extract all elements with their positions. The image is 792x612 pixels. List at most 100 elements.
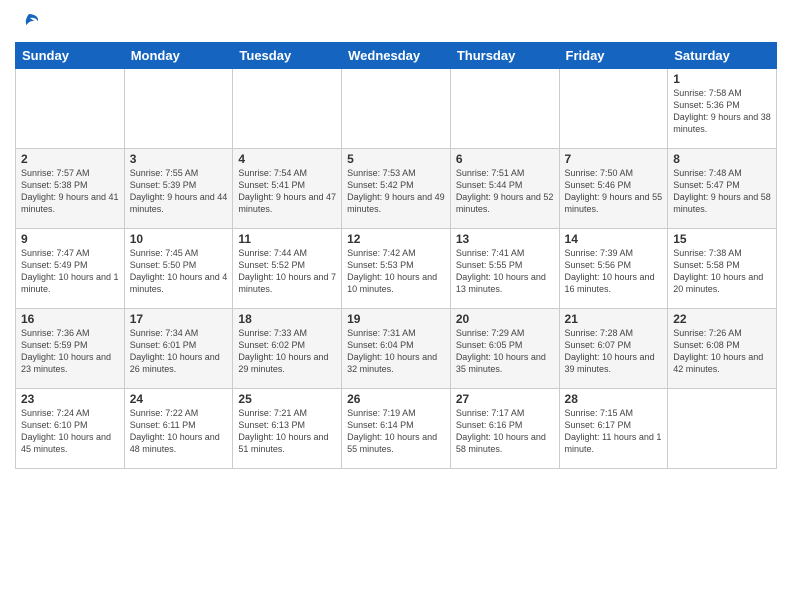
day-number: 15: [673, 232, 771, 246]
day-info: Sunrise: 7:15 AM Sunset: 6:17 PM Dayligh…: [565, 407, 663, 456]
day-info: Sunrise: 7:22 AM Sunset: 6:11 PM Dayligh…: [130, 407, 228, 456]
calendar-cell: [342, 69, 451, 149]
day-info: Sunrise: 7:42 AM Sunset: 5:53 PM Dayligh…: [347, 247, 445, 296]
week-row-0: 1Sunrise: 7:58 AM Sunset: 5:36 PM Daylig…: [16, 69, 777, 149]
calendar-cell: [16, 69, 125, 149]
day-info: Sunrise: 7:34 AM Sunset: 6:01 PM Dayligh…: [130, 327, 228, 376]
calendar-cell: 23Sunrise: 7:24 AM Sunset: 6:10 PM Dayli…: [16, 389, 125, 469]
day-info: Sunrise: 7:36 AM Sunset: 5:59 PM Dayligh…: [21, 327, 119, 376]
calendar-cell: 12Sunrise: 7:42 AM Sunset: 5:53 PM Dayli…: [342, 229, 451, 309]
day-info: Sunrise: 7:55 AM Sunset: 5:39 PM Dayligh…: [130, 167, 228, 216]
week-row-3: 16Sunrise: 7:36 AM Sunset: 5:59 PM Dayli…: [16, 309, 777, 389]
weekday-header-friday: Friday: [559, 43, 668, 69]
day-info: Sunrise: 7:45 AM Sunset: 5:50 PM Dayligh…: [130, 247, 228, 296]
calendar-cell: 20Sunrise: 7:29 AM Sunset: 6:05 PM Dayli…: [450, 309, 559, 389]
day-number: 3: [130, 152, 228, 166]
day-number: 8: [673, 152, 771, 166]
day-info: Sunrise: 7:19 AM Sunset: 6:14 PM Dayligh…: [347, 407, 445, 456]
calendar-cell: 9Sunrise: 7:47 AM Sunset: 5:49 PM Daylig…: [16, 229, 125, 309]
day-number: 28: [565, 392, 663, 406]
day-number: 7: [565, 152, 663, 166]
day-number: 22: [673, 312, 771, 326]
day-info: Sunrise: 7:47 AM Sunset: 5:49 PM Dayligh…: [21, 247, 119, 296]
day-info: Sunrise: 7:26 AM Sunset: 6:08 PM Dayligh…: [673, 327, 771, 376]
calendar-table: SundayMondayTuesdayWednesdayThursdayFrid…: [15, 42, 777, 469]
calendar-cell: 6Sunrise: 7:51 AM Sunset: 5:44 PM Daylig…: [450, 149, 559, 229]
calendar-cell: 21Sunrise: 7:28 AM Sunset: 6:07 PM Dayli…: [559, 309, 668, 389]
day-info: Sunrise: 7:17 AM Sunset: 6:16 PM Dayligh…: [456, 407, 554, 456]
calendar-cell: [668, 389, 777, 469]
calendar-cell: 17Sunrise: 7:34 AM Sunset: 6:01 PM Dayli…: [124, 309, 233, 389]
day-number: 26: [347, 392, 445, 406]
calendar-cell: 28Sunrise: 7:15 AM Sunset: 6:17 PM Dayli…: [559, 389, 668, 469]
day-number: 13: [456, 232, 554, 246]
page: SundayMondayTuesdayWednesdayThursdayFrid…: [0, 0, 792, 612]
day-info: Sunrise: 7:33 AM Sunset: 6:02 PM Dayligh…: [238, 327, 336, 376]
calendar-cell: [559, 69, 668, 149]
calendar-cell: 27Sunrise: 7:17 AM Sunset: 6:16 PM Dayli…: [450, 389, 559, 469]
weekday-header-monday: Monday: [124, 43, 233, 69]
day-number: 4: [238, 152, 336, 166]
weekday-header-sunday: Sunday: [16, 43, 125, 69]
day-info: Sunrise: 7:31 AM Sunset: 6:04 PM Dayligh…: [347, 327, 445, 376]
calendar-cell: 5Sunrise: 7:53 AM Sunset: 5:42 PM Daylig…: [342, 149, 451, 229]
day-number: 25: [238, 392, 336, 406]
day-info: Sunrise: 7:57 AM Sunset: 5:38 PM Dayligh…: [21, 167, 119, 216]
day-info: Sunrise: 7:29 AM Sunset: 6:05 PM Dayligh…: [456, 327, 554, 376]
calendar-cell: 8Sunrise: 7:48 AM Sunset: 5:47 PM Daylig…: [668, 149, 777, 229]
calendar-cell: 2Sunrise: 7:57 AM Sunset: 5:38 PM Daylig…: [16, 149, 125, 229]
day-number: 11: [238, 232, 336, 246]
header: [15, 10, 777, 34]
day-number: 19: [347, 312, 445, 326]
calendar-cell: 3Sunrise: 7:55 AM Sunset: 5:39 PM Daylig…: [124, 149, 233, 229]
day-number: 10: [130, 232, 228, 246]
day-number: 6: [456, 152, 554, 166]
calendar-cell: 16Sunrise: 7:36 AM Sunset: 5:59 PM Dayli…: [16, 309, 125, 389]
weekday-header-tuesday: Tuesday: [233, 43, 342, 69]
calendar-cell: 11Sunrise: 7:44 AM Sunset: 5:52 PM Dayli…: [233, 229, 342, 309]
calendar-cell: 25Sunrise: 7:21 AM Sunset: 6:13 PM Dayli…: [233, 389, 342, 469]
day-info: Sunrise: 7:28 AM Sunset: 6:07 PM Dayligh…: [565, 327, 663, 376]
calendar-cell: 14Sunrise: 7:39 AM Sunset: 5:56 PM Dayli…: [559, 229, 668, 309]
calendar-cell: 19Sunrise: 7:31 AM Sunset: 6:04 PM Dayli…: [342, 309, 451, 389]
calendar-cell: 7Sunrise: 7:50 AM Sunset: 5:46 PM Daylig…: [559, 149, 668, 229]
day-number: 14: [565, 232, 663, 246]
weekday-header-thursday: Thursday: [450, 43, 559, 69]
weekday-header-row: SundayMondayTuesdayWednesdayThursdayFrid…: [16, 43, 777, 69]
calendar-cell: 1Sunrise: 7:58 AM Sunset: 5:36 PM Daylig…: [668, 69, 777, 149]
calendar-cell: [450, 69, 559, 149]
day-number: 18: [238, 312, 336, 326]
calendar-cell: 4Sunrise: 7:54 AM Sunset: 5:41 PM Daylig…: [233, 149, 342, 229]
day-info: Sunrise: 7:21 AM Sunset: 6:13 PM Dayligh…: [238, 407, 336, 456]
day-info: Sunrise: 7:48 AM Sunset: 5:47 PM Dayligh…: [673, 167, 771, 216]
calendar-cell: 24Sunrise: 7:22 AM Sunset: 6:11 PM Dayli…: [124, 389, 233, 469]
day-info: Sunrise: 7:50 AM Sunset: 5:46 PM Dayligh…: [565, 167, 663, 216]
day-number: 20: [456, 312, 554, 326]
calendar-cell: 13Sunrise: 7:41 AM Sunset: 5:55 PM Dayli…: [450, 229, 559, 309]
logo: [15, 10, 41, 34]
day-number: 17: [130, 312, 228, 326]
day-number: 9: [21, 232, 119, 246]
day-info: Sunrise: 7:54 AM Sunset: 5:41 PM Dayligh…: [238, 167, 336, 216]
week-row-1: 2Sunrise: 7:57 AM Sunset: 5:38 PM Daylig…: [16, 149, 777, 229]
calendar-cell: 22Sunrise: 7:26 AM Sunset: 6:08 PM Dayli…: [668, 309, 777, 389]
calendar-cell: 10Sunrise: 7:45 AM Sunset: 5:50 PM Dayli…: [124, 229, 233, 309]
day-number: 1: [673, 72, 771, 86]
calendar-cell: 15Sunrise: 7:38 AM Sunset: 5:58 PM Dayli…: [668, 229, 777, 309]
day-info: Sunrise: 7:38 AM Sunset: 5:58 PM Dayligh…: [673, 247, 771, 296]
day-number: 24: [130, 392, 228, 406]
calendar-cell: 26Sunrise: 7:19 AM Sunset: 6:14 PM Dayli…: [342, 389, 451, 469]
day-info: Sunrise: 7:24 AM Sunset: 6:10 PM Dayligh…: [21, 407, 119, 456]
calendar-cell: [124, 69, 233, 149]
calendar-cell: [233, 69, 342, 149]
day-number: 2: [21, 152, 119, 166]
day-number: 27: [456, 392, 554, 406]
weekday-header-wednesday: Wednesday: [342, 43, 451, 69]
day-number: 5: [347, 152, 445, 166]
day-number: 23: [21, 392, 119, 406]
week-row-2: 9Sunrise: 7:47 AM Sunset: 5:49 PM Daylig…: [16, 229, 777, 309]
day-info: Sunrise: 7:44 AM Sunset: 5:52 PM Dayligh…: [238, 247, 336, 296]
week-row-4: 23Sunrise: 7:24 AM Sunset: 6:10 PM Dayli…: [16, 389, 777, 469]
day-info: Sunrise: 7:41 AM Sunset: 5:55 PM Dayligh…: [456, 247, 554, 296]
day-number: 12: [347, 232, 445, 246]
